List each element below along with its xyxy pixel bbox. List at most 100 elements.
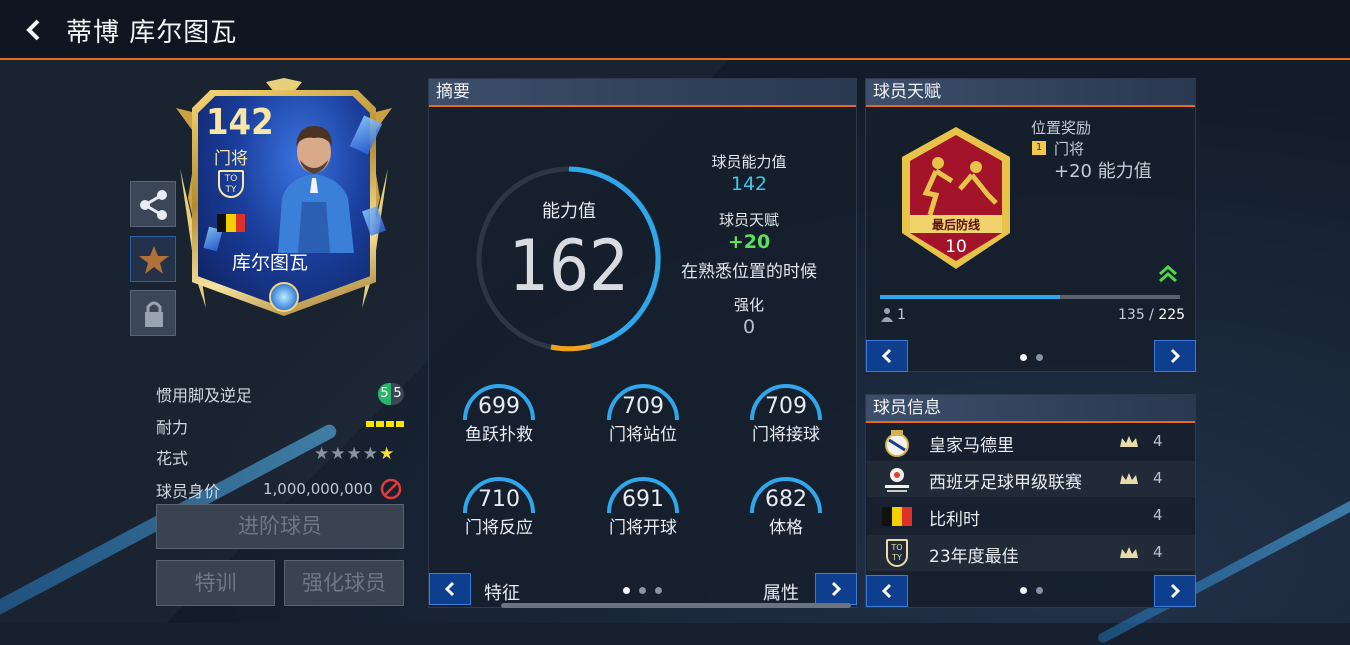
ability-value: 142 bbox=[730, 173, 768, 195]
special-training-button[interactable]: 特训 bbox=[156, 560, 275, 606]
progress-count: 1 bbox=[897, 307, 906, 323]
stat-label: 门将反应 bbox=[465, 518, 533, 538]
stat-value: 710 bbox=[478, 487, 520, 512]
talent-next-button[interactable] bbox=[1154, 340, 1196, 372]
progress-max: 225 bbox=[1158, 307, 1186, 323]
talent-value: +20 bbox=[727, 231, 771, 253]
chevron-left-icon bbox=[881, 348, 892, 364]
nation-name: 比利时 bbox=[929, 510, 980, 530]
stat-value: 682 bbox=[765, 487, 807, 512]
player-card[interactable]: 142 门将 TO TY 库尔图瓦 bbox=[176, 78, 392, 324]
info-row-program[interactable]: TO TY 23年度最佳 4 bbox=[867, 535, 1195, 571]
ability-label: 球员能力值 bbox=[711, 153, 787, 171]
summary-footer-right[interactable]: 属性 bbox=[763, 579, 799, 605]
laliga-logo-icon bbox=[885, 468, 909, 492]
lock-button[interactable] bbox=[130, 290, 176, 336]
chevron-right-icon bbox=[1170, 348, 1181, 364]
page-dot bbox=[655, 587, 662, 594]
program-level: 4 bbox=[1153, 543, 1163, 561]
favorite-button[interactable] bbox=[130, 236, 176, 282]
real-madrid-crest-icon bbox=[885, 430, 909, 457]
talent-badge-name: 最后防线 bbox=[931, 218, 980, 232]
chevron-left-icon bbox=[26, 19, 40, 41]
stat-label: 门将接球 bbox=[752, 425, 820, 445]
star-icon bbox=[139, 246, 169, 274]
summary-panel: 摘要 能力值 162 球员能力值 142 球员天赋 +20 在熟悉位置的时候 强… bbox=[428, 78, 857, 608]
chevron-left-icon bbox=[444, 581, 455, 597]
toty-badge-icon: TO TY bbox=[218, 170, 244, 198]
nation-level: 4 bbox=[1153, 506, 1163, 524]
talent-panel: 球员天赋 最后防线 10 位置奖励 1 门将 +20 能力值 1 135 / 2… bbox=[865, 78, 1196, 372]
stat-kicking: 691 门将开球 bbox=[588, 477, 698, 538]
overall-value: 162 bbox=[508, 225, 630, 307]
stat-label: 门将开球 bbox=[609, 518, 677, 538]
info-row-club[interactable]: 皇家马德里 4 bbox=[867, 424, 1195, 460]
page-dot bbox=[639, 587, 646, 594]
enhance-player-button[interactable]: 强化球员 bbox=[284, 560, 404, 606]
top-bar: 蒂博 库尔图瓦 bbox=[0, 0, 1350, 60]
toty-badge-icon: TO TY bbox=[886, 539, 908, 567]
crown-icon bbox=[1120, 473, 1138, 484]
page-title: 蒂博 库尔图瓦 bbox=[66, 18, 238, 48]
card-position: 门将 bbox=[214, 149, 248, 169]
stat-reflexes: 710 门将反应 bbox=[444, 477, 554, 538]
progress-current: 135 bbox=[1118, 307, 1145, 323]
stamina-bar bbox=[366, 421, 404, 427]
person-icon bbox=[881, 308, 893, 322]
weak-foot-indicator: 5 5 bbox=[378, 383, 404, 405]
chevron-right-icon bbox=[1170, 583, 1181, 599]
info-prev-button[interactable] bbox=[866, 575, 908, 607]
stamina-label: 耐力 bbox=[156, 418, 189, 437]
info-next-button[interactable] bbox=[1154, 575, 1196, 607]
belgium-flag-icon bbox=[217, 214, 245, 232]
chevron-right-icon bbox=[831, 581, 842, 597]
gauge-label: 能力值 bbox=[542, 201, 596, 222]
program-name: 23年度最佳 bbox=[929, 547, 1019, 567]
progress-text: 135 / 225 bbox=[1118, 307, 1186, 323]
summary-prev-button[interactable] bbox=[429, 573, 471, 605]
summary-next-button[interactable] bbox=[815, 573, 857, 605]
club-name: 皇家马德里 bbox=[929, 436, 1014, 456]
weak-foot-label: 惯用脚及逆足 bbox=[156, 386, 253, 405]
skill-moves-label: 花式 bbox=[156, 449, 189, 468]
enhance-value: 0 bbox=[742, 316, 756, 338]
page-dot bbox=[1036, 587, 1043, 594]
info-row-league[interactable]: 西班牙足球甲级联赛 4 bbox=[867, 461, 1195, 497]
enhance-label: 强化 bbox=[733, 296, 764, 314]
stat-diving: 699 鱼跃扑救 bbox=[444, 384, 554, 445]
page-dot bbox=[623, 587, 630, 594]
page-dot bbox=[1020, 587, 1027, 594]
stat-value: 709 bbox=[765, 394, 807, 419]
share-button[interactable] bbox=[130, 181, 176, 227]
weak-foot-value: 5 bbox=[393, 386, 402, 401]
summary-footer-left[interactable]: 特征 bbox=[484, 579, 520, 605]
stat-label: 鱼跃扑救 bbox=[465, 425, 533, 445]
chevron-left-icon bbox=[881, 583, 892, 599]
bonus-rank: 1 bbox=[1032, 141, 1046, 155]
stat-label: 体格 bbox=[769, 518, 803, 538]
scroll-indicator[interactable] bbox=[501, 603, 851, 608]
summary-panel-title: 摘要 bbox=[429, 79, 856, 107]
skill-stars: ★★★★★ bbox=[314, 444, 396, 464]
stat-physical: 682 体格 bbox=[731, 477, 841, 538]
player-value: 1,000,000,000 bbox=[263, 480, 373, 498]
club-level: 4 bbox=[1153, 432, 1163, 450]
talent-progress-fill bbox=[880, 295, 1060, 299]
lock-icon bbox=[145, 301, 163, 327]
back-button[interactable] bbox=[20, 14, 50, 46]
card-player-name: 库尔图瓦 bbox=[232, 252, 309, 274]
not-tradable-icon bbox=[380, 478, 402, 500]
stat-value: 699 bbox=[478, 394, 520, 419]
advance-player-button[interactable]: 进阶球员 bbox=[156, 504, 404, 549]
share-icon bbox=[140, 190, 167, 220]
talent-prev-button[interactable] bbox=[866, 340, 908, 372]
stat-value: 709 bbox=[622, 394, 664, 419]
stat-value: 691 bbox=[622, 487, 664, 512]
talent-panel-title: 球员天赋 bbox=[866, 79, 1195, 107]
info-row-nation[interactable]: 比利时 4 bbox=[867, 498, 1195, 534]
player-value-label: 球员身价 bbox=[156, 482, 221, 501]
stat-handling: 709 门将接球 bbox=[731, 384, 841, 445]
bonus-value: +20 能力值 bbox=[1054, 161, 1152, 182]
league-level: 4 bbox=[1153, 469, 1163, 487]
bonus-position: 门将 bbox=[1054, 140, 1085, 158]
